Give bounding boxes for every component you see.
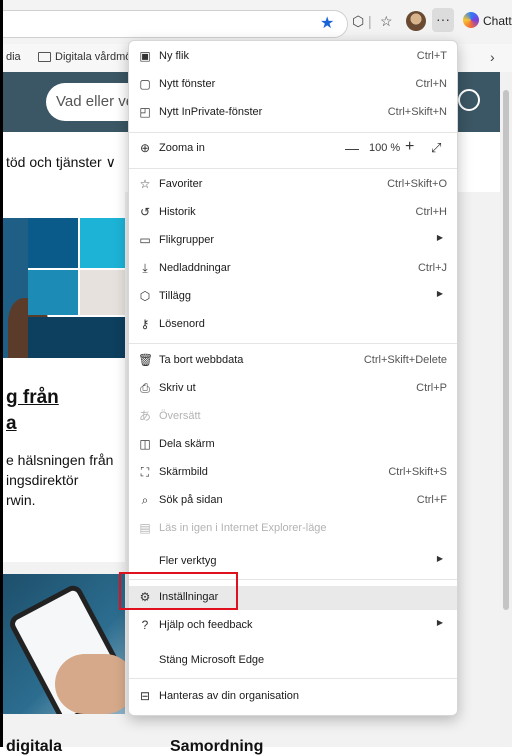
screenshot-border xyxy=(0,0,512,747)
